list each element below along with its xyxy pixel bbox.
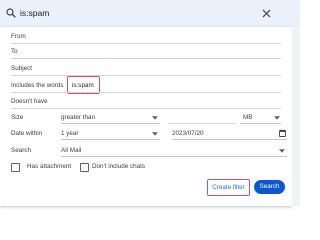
create-filter-label: Create filter bbox=[212, 184, 245, 191]
chevron-down-icon bbox=[274, 116, 280, 120]
search-button-label: Search bbox=[259, 183, 280, 190]
size-value-input[interactable] bbox=[168, 123, 236, 124]
date-input[interactable]: 2023/07/20 bbox=[172, 129, 287, 140]
has-words-input[interactable]: is:spam bbox=[72, 82, 94, 89]
date-value: 2023/07/20 bbox=[172, 130, 204, 137]
doesnt-have-label: Doesn't have bbox=[11, 98, 48, 105]
from-label: From bbox=[11, 33, 26, 40]
chevron-down-icon bbox=[152, 116, 158, 120]
size-operator-select[interactable]: greater than bbox=[61, 113, 160, 124]
has-attachment-label: Has attachment bbox=[27, 163, 72, 170]
subject-input[interactable] bbox=[11, 75, 281, 76]
search-scope-label: Search bbox=[11, 147, 31, 154]
doesnt-have-input[interactable] bbox=[11, 108, 281, 109]
has-attachment-checkbox[interactable] bbox=[11, 163, 20, 172]
search-query[interactable]: is:spam bbox=[20, 8, 49, 18]
no-chats-checkbox[interactable] bbox=[80, 163, 89, 172]
no-chats-label: Don't include chats bbox=[92, 163, 146, 170]
scrollbar[interactable] bbox=[292, 27, 300, 206]
has-words-underline bbox=[11, 92, 281, 93]
search-button[interactable]: Search bbox=[254, 180, 285, 194]
size-operator-value: greater than bbox=[61, 114, 95, 121]
chevron-down-icon bbox=[152, 132, 158, 136]
date-within-value: 1 year bbox=[61, 130, 79, 137]
search-scope-value: All Mail bbox=[61, 147, 82, 154]
size-unit-select[interactable]: MB bbox=[240, 113, 281, 124]
to-input[interactable] bbox=[11, 58, 281, 59]
close-icon[interactable] bbox=[261, 8, 272, 19]
create-filter-button[interactable]: Create filter bbox=[207, 179, 250, 196]
chevron-down-icon bbox=[279, 149, 285, 153]
calendar-icon[interactable] bbox=[279, 129, 286, 137]
search-icon[interactable] bbox=[5, 7, 17, 19]
date-within-label: Date within bbox=[11, 130, 43, 137]
size-unit-value: MB bbox=[243, 114, 253, 121]
search-scope-select[interactable]: All Mail bbox=[61, 146, 287, 157]
size-label: Size bbox=[11, 114, 24, 121]
from-input[interactable] bbox=[11, 43, 281, 44]
has-words-label: Includes the words bbox=[11, 82, 64, 89]
to-label: To bbox=[11, 48, 18, 55]
date-within-select[interactable]: 1 year bbox=[61, 129, 160, 140]
search-bar[interactable]: is:spam bbox=[0, 0, 300, 27]
subject-label: Subject bbox=[11, 65, 33, 72]
